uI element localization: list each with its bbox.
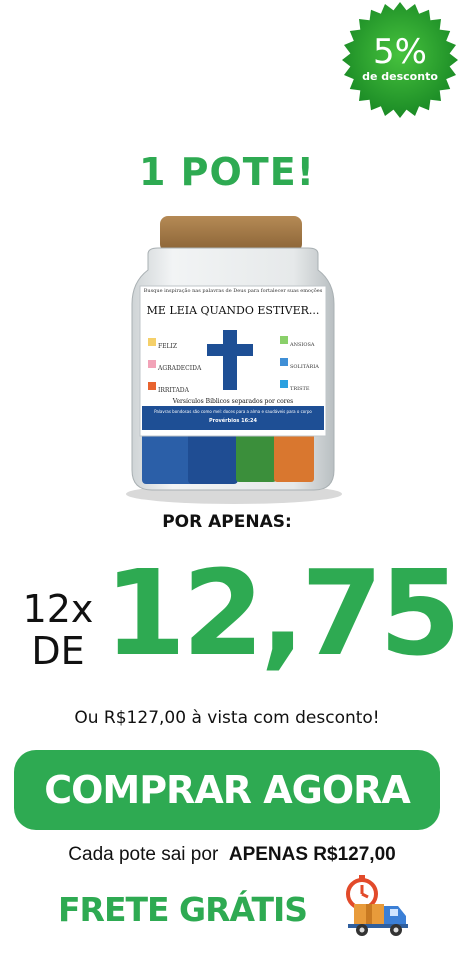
buy-now-button[interactable]: COMPRAR AGORA bbox=[14, 750, 440, 830]
jar-label-item-triste: TRISTE bbox=[290, 386, 310, 392]
jar-label-item-feliz: FELIZ bbox=[158, 343, 178, 350]
delivery-truck-icon bbox=[340, 874, 412, 938]
jar-label-item-solitaria: SOLITÁRIA bbox=[290, 364, 319, 370]
per-pot-value: APENAS R$127,00 bbox=[228, 844, 396, 865]
product-jar-image: Busque inspiração nas palavras de Deus p… bbox=[118, 212, 348, 512]
discount-percent: 5% bbox=[373, 31, 427, 72]
installment-price: 12,75 bbox=[104, 544, 461, 682]
jar-label-item-ansiosa: ANSIOSA bbox=[290, 342, 315, 348]
installments: 12x DE bbox=[18, 588, 98, 672]
stopwatch-icon bbox=[346, 875, 378, 910]
cash-price-text: Ou R$127,00 à vista com desconto! bbox=[74, 708, 380, 728]
installments-prefix: DE bbox=[31, 629, 85, 673]
free-shipping-label: FRETE GRÁTIS bbox=[58, 890, 308, 929]
discount-badge: 5% de desconto bbox=[340, 2, 460, 120]
product-quantity-headline: 1 POTE! bbox=[138, 150, 316, 194]
discount-label: de desconto bbox=[362, 69, 438, 83]
installments-count: 12x bbox=[22, 587, 94, 631]
jar-label-verse: Palavras bondosas são como mel: doces pa… bbox=[154, 409, 312, 414]
jar-label-reference: Provérbios 16:24 bbox=[208, 418, 258, 424]
jar-label-caption: Versículos Bíblicos separados por cores bbox=[172, 398, 294, 405]
jar-label-title: ME LEIA QUANDO ESTIVER... bbox=[146, 304, 320, 317]
jar-label-item-agradecida: AGRADECIDA bbox=[158, 365, 202, 372]
jar-label-top-line: Busque inspiração nas palavras de Deus p… bbox=[143, 288, 323, 294]
per-pot-prefix: Cada pote sai por bbox=[68, 844, 219, 865]
per-pot-price: Cada pote sai por APENAS R$127,00 bbox=[0, 844, 464, 866]
price-intro: POR APENAS: bbox=[162, 512, 292, 532]
